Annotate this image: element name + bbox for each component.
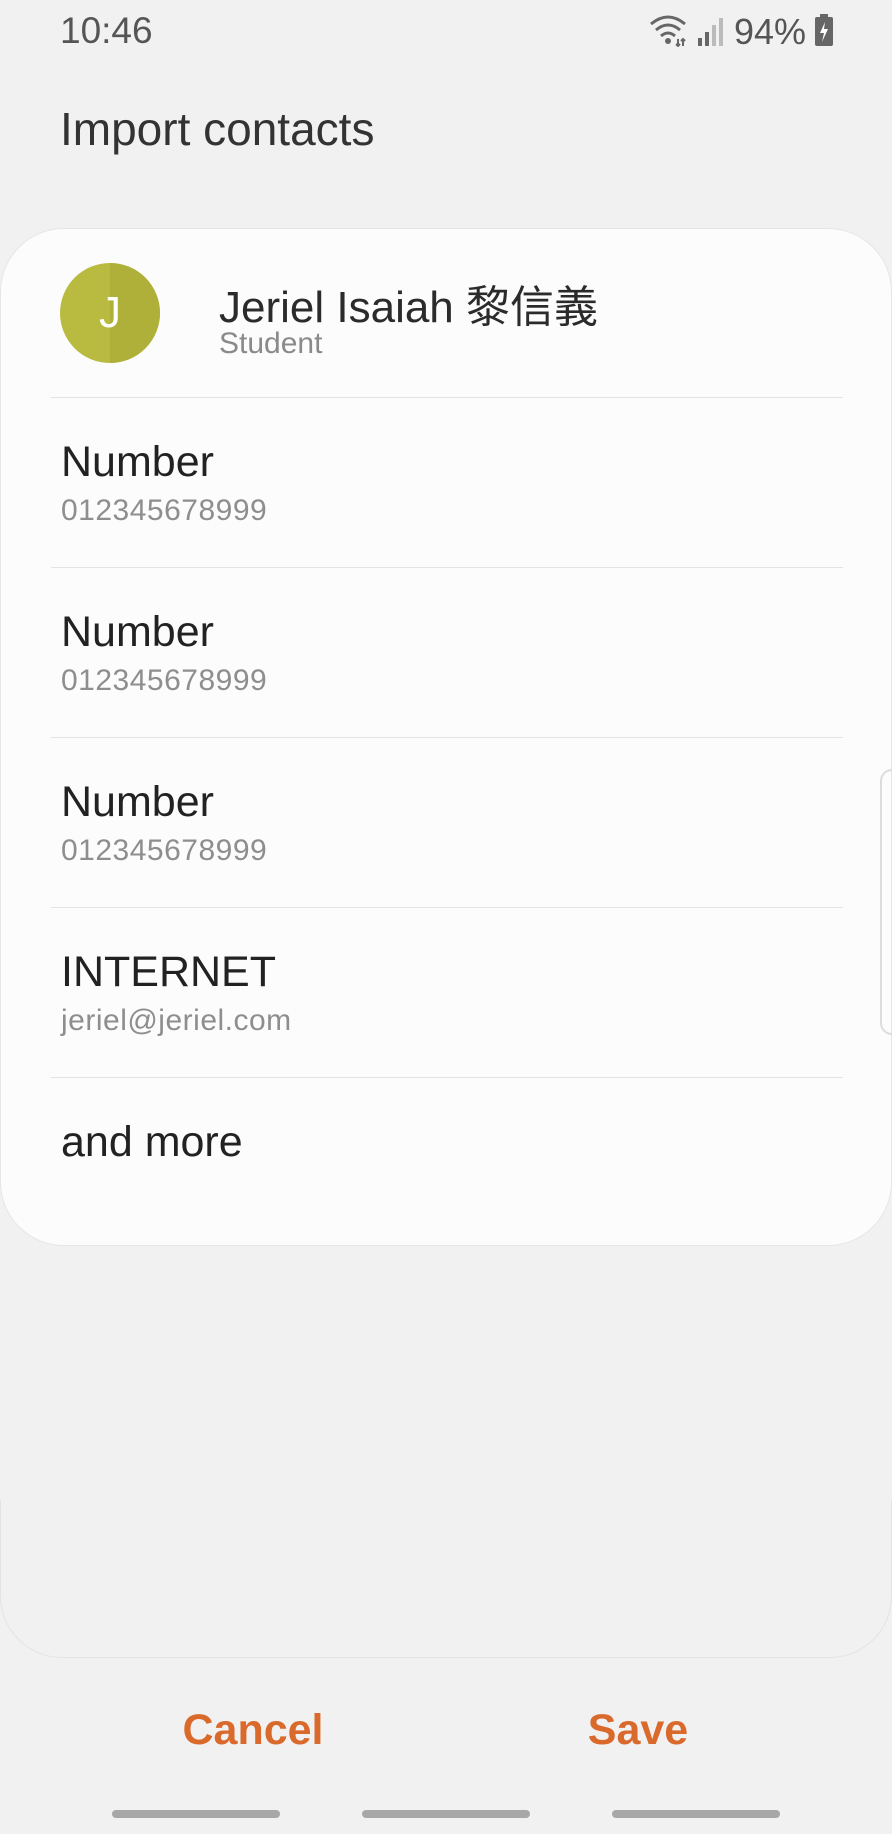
signal-icon [696,14,726,51]
field-value: 012345678999 [61,664,268,697]
nav-back-handle[interactable] [612,1810,780,1818]
status-bar: 10:46 94% [0,0,892,64]
avatar-initial: J [99,288,121,337]
field-label: INTERNET [61,948,276,996]
field-row[interactable]: Number 012345678999 [1,738,892,908]
status-icons: 94% [648,10,834,54]
field-value: 012345678999 [61,494,268,527]
page-title: Import contacts [60,103,375,155]
import-contacts-screen: 10:46 94% Import contacts J Jeriel Isaia… [0,0,892,1834]
contact-card: J Jeriel Isaiah 黎信義 Student Number 01234… [0,228,892,1246]
status-time: 10:46 [60,10,153,51]
save-button[interactable]: Save [415,1680,861,1780]
more-row[interactable]: and more [1,1078,892,1208]
battery-charging-icon [814,13,834,52]
field-label: Number [61,608,214,656]
more-label: and more [61,1118,243,1166]
button-bar: Cancel Save [0,1680,892,1780]
avatar: J [60,263,160,363]
contact-header[interactable]: J Jeriel Isaiah 黎信義 Student [1,229,892,397]
field-row[interactable]: Number 012345678999 [1,398,892,568]
field-label: Number [61,778,214,826]
wifi-icon [648,13,688,52]
nav-home-handle[interactable] [362,1810,530,1818]
contact-subtitle: Student [219,327,323,360]
field-row[interactable]: INTERNET jeriel@jeriel.com [1,908,892,1078]
scrollbar[interactable] [880,769,892,1035]
contact-name: Jeriel Isaiah 黎信義 [219,283,599,332]
battery-percent: 94% [733,11,806,52]
navigation-bar [0,1810,892,1820]
nav-recents-handle[interactable] [112,1810,280,1818]
field-row[interactable]: Number 012345678999 [1,568,892,738]
field-value: jeriel@jeriel.com [61,1004,292,1037]
sheet-edge [0,1500,892,1658]
field-value: 012345678999 [61,834,268,867]
field-label: Number [61,438,214,486]
cancel-button[interactable]: Cancel [30,1680,476,1780]
